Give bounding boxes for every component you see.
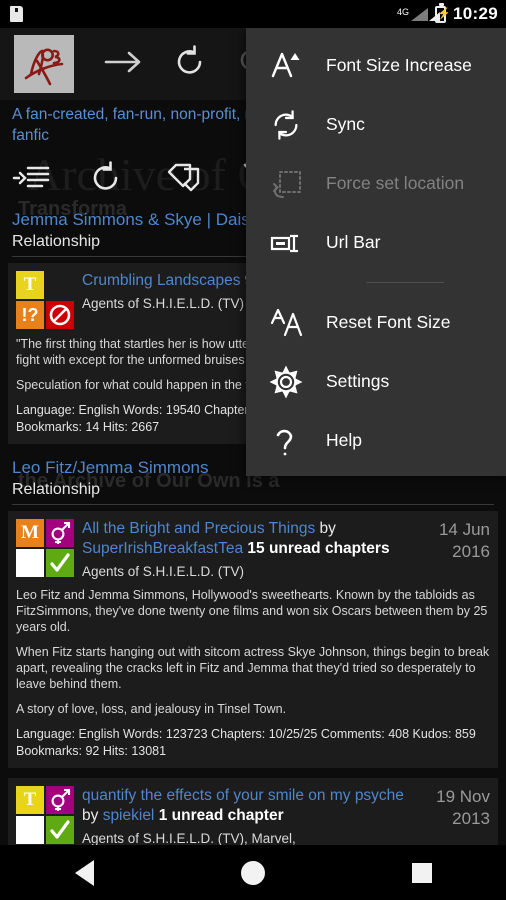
menu-item-label: Reset Font Size xyxy=(326,312,451,332)
work-stats: Language: English Words: 123723 Chapters… xyxy=(16,727,476,758)
work-meta: All the Bright and Precious Things by Su… xyxy=(82,519,404,580)
menu-item-label: Force set location xyxy=(326,173,465,193)
network-type-label: 4G xyxy=(397,6,410,17)
android-nav-bar xyxy=(0,845,506,900)
font-size-increase-icon xyxy=(268,49,304,83)
warning-none-tile xyxy=(16,816,44,844)
home-button[interactable] xyxy=(223,845,283,900)
ao3-logo-icon[interactable] xyxy=(14,35,74,93)
menu-item-help[interactable]: Help xyxy=(246,411,506,470)
category-quad-tile xyxy=(46,271,74,299)
battery-charging-icon: ⚡ xyxy=(435,2,451,23)
menu-item-label: Url Bar xyxy=(326,232,381,252)
work-author[interactable]: spiekiel xyxy=(103,807,155,824)
work-summary: Leo Fitz and Jemma Simmons, Hollywood's … xyxy=(16,587,490,717)
force-set-location-icon xyxy=(268,167,304,201)
arrow-forward-icon[interactable] xyxy=(102,47,144,82)
menu-item-sync[interactable]: Sync xyxy=(246,95,506,154)
work-date: 14 Jun 2016 xyxy=(438,520,490,561)
menu-item-force-set-location: Force set location xyxy=(246,154,506,213)
category-het-tile xyxy=(46,519,74,547)
warning-tile: !? xyxy=(16,301,44,329)
menu-item-label: Settings xyxy=(326,371,390,391)
work-title-text[interactable]: Crumbling Landscapes xyxy=(82,272,245,289)
work-by-label: by xyxy=(319,520,336,537)
work-title[interactable]: All the Bright and Precious Things by Su… xyxy=(82,519,404,559)
complete-tile xyxy=(46,816,74,844)
phone-screen: 4G ⚡ 10:29 fandoms Browse Search Ab the … xyxy=(0,0,506,900)
signal-bars-icon: 4G xyxy=(397,6,441,21)
menu-item-label: Font Size Increase xyxy=(326,55,472,75)
complete-tile xyxy=(46,549,74,577)
work-title-text[interactable]: All the Bright and Precious Things xyxy=(82,520,320,537)
work-card[interactable]: M All the Bright and Precious Things by S… xyxy=(8,511,498,768)
status-bar-right: 4G ⚡ 10:29 xyxy=(397,2,498,24)
section-divider xyxy=(12,504,494,505)
status-bar-left xyxy=(10,6,23,22)
menu-item-settings[interactable]: Settings xyxy=(246,352,506,411)
menu-item-label: Help xyxy=(326,430,362,450)
work-card-header: M All the Bright and Precious Things by S… xyxy=(16,519,490,580)
menu-item-reset-font-size[interactable]: Reset Font Size xyxy=(246,293,506,352)
incomplete-tile xyxy=(46,301,74,329)
menu-item-font-size-increase[interactable]: Font Size Increase xyxy=(246,36,506,95)
work-flag-tiles: M xyxy=(16,519,74,580)
work-summary-paragraph: When Fitz starts hanging out with sitcom… xyxy=(16,645,490,691)
work-title-text[interactable]: quantify the effects of your smile on my… xyxy=(82,787,404,804)
back-button[interactable] xyxy=(54,845,114,900)
category-het-tile xyxy=(46,786,74,814)
work-summary-paragraph: A story of love, loss, and jealousy in T… xyxy=(16,702,287,716)
sdcard-icon xyxy=(10,6,23,22)
warning-none-tile xyxy=(16,549,44,577)
tags-icon[interactable] xyxy=(162,161,204,200)
help-question-icon xyxy=(268,424,304,458)
gear-icon xyxy=(268,365,304,399)
menu-separator xyxy=(366,282,444,283)
work-summary-paragraph: Leo Fitz and Jemma Simmons, Hollywood's … xyxy=(16,588,488,634)
section-subtitle: Relationship xyxy=(12,481,101,498)
url-bar-icon xyxy=(268,228,304,258)
overflow-menu[interactable]: Font Size Increase Sync Force set location… xyxy=(246,28,506,476)
rating-teen-tile: T xyxy=(16,271,44,299)
sync-icon xyxy=(268,109,304,141)
status-bar: 4G ⚡ 10:29 xyxy=(0,0,506,28)
sort-list-icon[interactable] xyxy=(12,162,50,199)
status-clock: 10:29 xyxy=(453,4,498,23)
work-unread-count: 1 unread chapter xyxy=(158,807,284,824)
work-fandom[interactable]: Agents of S.H.I.E.L.D. (TV) xyxy=(82,563,404,580)
menu-item-url-bar[interactable]: Url Bar xyxy=(246,213,506,272)
recents-button[interactable] xyxy=(392,845,452,900)
work-flag-tiles: T!? xyxy=(16,271,74,329)
work-author[interactable]: SuperIrishBreakfastTea xyxy=(82,540,243,557)
work-by-label: by xyxy=(82,807,103,824)
refresh-icon[interactable] xyxy=(172,44,208,85)
rating-teen-tile: T xyxy=(16,786,44,814)
work-unread-count: 15 unread chapters xyxy=(247,540,390,557)
reset-font-size-icon xyxy=(268,306,304,340)
rating-mature-tile: M xyxy=(16,519,44,547)
refresh-icon[interactable] xyxy=(88,160,124,201)
menu-item-label: Sync xyxy=(326,114,365,134)
work-title[interactable]: quantify the effects of your smile on my… xyxy=(82,786,404,826)
